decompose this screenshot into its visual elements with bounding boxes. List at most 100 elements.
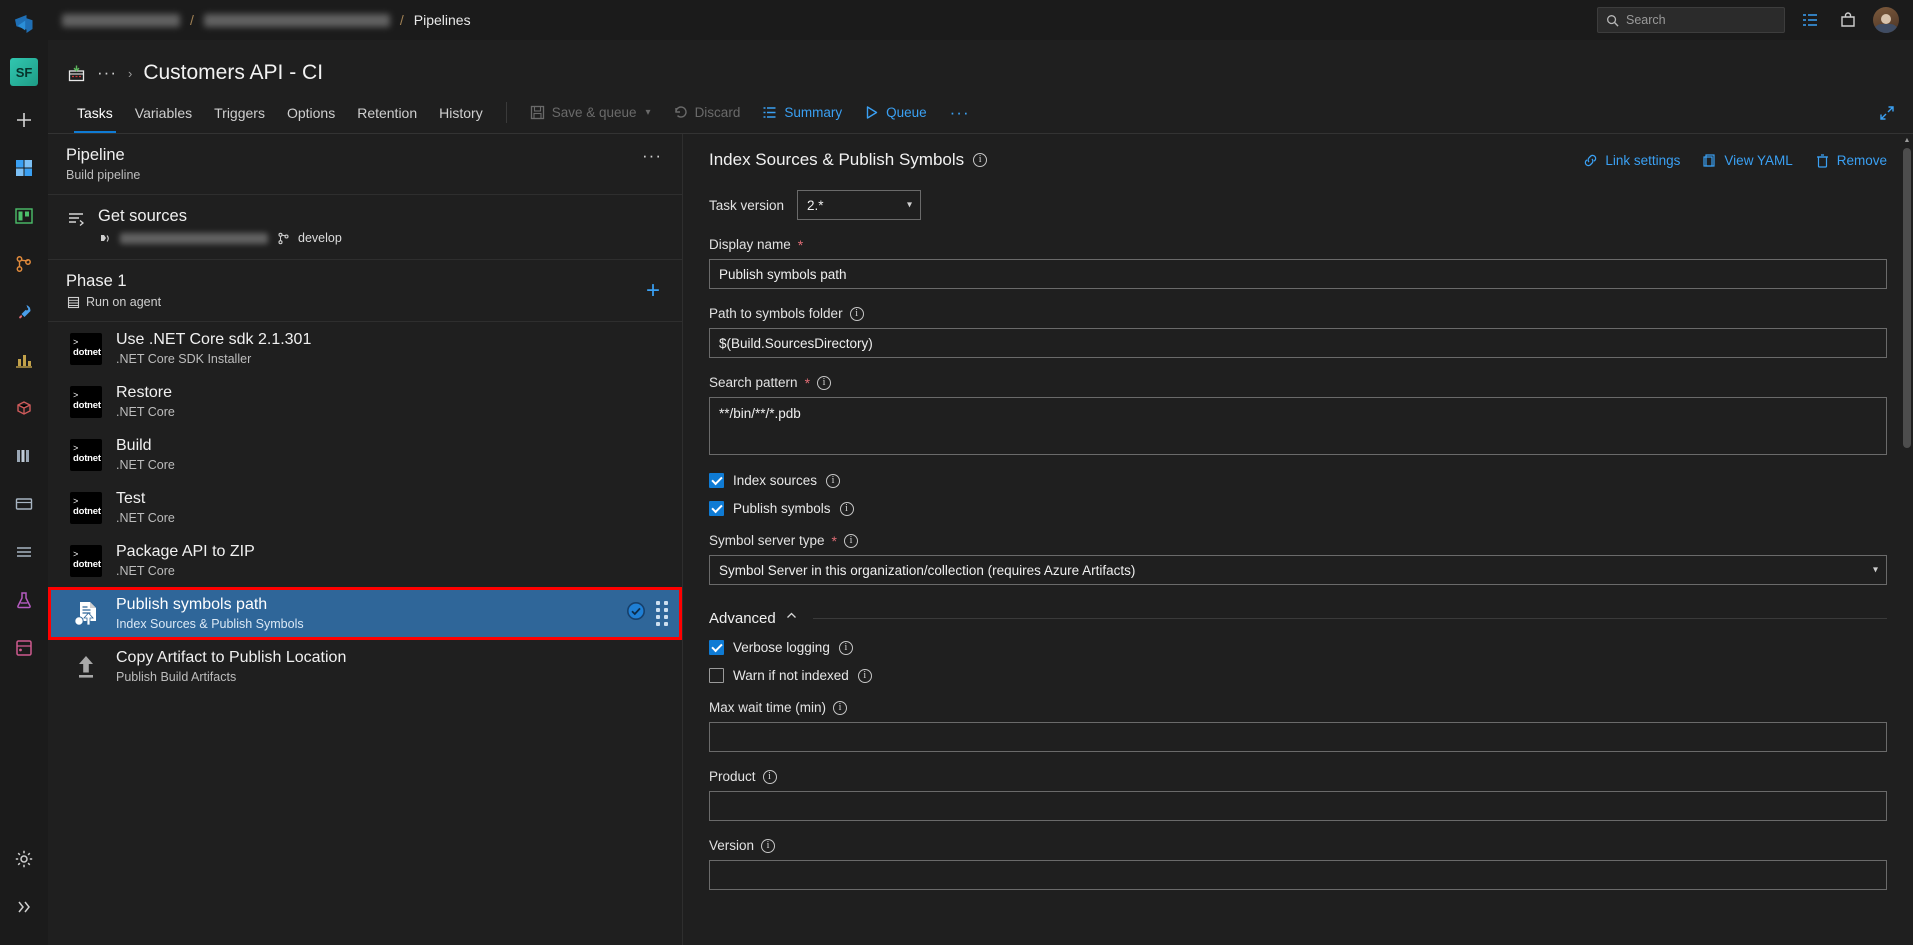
breadcrumb-organization[interactable] [62, 14, 180, 27]
library-icon[interactable] [0, 432, 48, 480]
add-task-button[interactable]: + [638, 279, 668, 303]
tab-retention[interactable]: Retention [346, 92, 428, 133]
info-icon[interactable]: i [858, 669, 872, 683]
advanced-title[interactable]: Advanced [709, 610, 776, 627]
task-row[interactable]: >dotnet Restore .NET Core [48, 375, 682, 428]
phase-text: Phase 1 Run on agent [66, 272, 161, 309]
task-row[interactable]: >dotnet Build .NET Core [48, 428, 682, 481]
discard-button[interactable]: Discard [662, 92, 752, 133]
chevron-down-icon[interactable]: ▾ [646, 107, 651, 118]
index-sources-label[interactable]: Index sources [733, 473, 817, 488]
expand-view-icon[interactable] [1861, 92, 1913, 133]
search-input[interactable]: Search [1597, 7, 1785, 33]
repository-name-redacted [120, 233, 268, 244]
task-row[interactable]: >dotnet Use .NET Core sdk 2.1.301 .NET C… [48, 322, 682, 375]
info-icon[interactable]: i [850, 307, 864, 321]
info-icon[interactable]: i [840, 502, 854, 516]
new-item-icon[interactable] [0, 96, 48, 144]
path-to-symbols-label: Path to symbols folder i [709, 306, 1887, 321]
version-input[interactable] [709, 860, 1887, 890]
tab-triggers[interactable]: Triggers [203, 92, 276, 133]
tab-options[interactable]: Options [276, 92, 346, 133]
get-sources-node[interactable]: Get sources develop [48, 195, 682, 260]
symbol-server-type-select[interactable]: Symbol Server in this organization/colle… [709, 555, 1887, 585]
boards-icon[interactable] [0, 192, 48, 240]
save-and-queue-label: Save & queue [552, 105, 637, 120]
breadcrumb-project[interactable] [204, 14, 390, 27]
search-pattern-textarea[interactable]: **/bin/**/*.pdb [709, 397, 1887, 455]
collapse-rail-icon[interactable] [0, 883, 48, 931]
toolbar-more-button[interactable]: ··· [938, 92, 982, 133]
settings-gear-icon[interactable] [0, 835, 48, 883]
phase-node[interactable]: Phase 1 Run on agent + [48, 260, 682, 322]
task-row[interactable]: Copy Artifact to Publish Location Publis… [48, 640, 682, 693]
details-scrollbar[interactable]: ▲ [1901, 134, 1913, 945]
task-details-title: Index Sources & Publish Symbols [709, 150, 964, 170]
repos-icon[interactable] [0, 240, 48, 288]
work-items-icon[interactable] [1797, 7, 1823, 33]
extensions-icon[interactable] [0, 624, 48, 672]
info-icon[interactable]: i [763, 770, 777, 784]
task-enabled-check-icon[interactable] [626, 601, 646, 626]
publish-symbols-label[interactable]: Publish symbols [733, 501, 831, 516]
scroll-up-arrow-icon[interactable]: ▲ [1901, 134, 1913, 146]
marketplace-icon[interactable] [1835, 7, 1861, 33]
repository-icon [98, 231, 112, 245]
task-subtitle: Index Sources & Publish Symbols [116, 617, 304, 631]
info-icon[interactable]: i [973, 153, 987, 167]
task-version-select[interactable]: 2.* [797, 190, 921, 220]
tab-variables[interactable]: Variables [124, 92, 203, 133]
breadcrumb-pipelines[interactable]: Pipelines [414, 12, 471, 28]
verbose-logging-checkbox[interactable] [709, 640, 724, 655]
azure-devops-logo-icon[interactable] [0, 0, 48, 48]
task-row-publish-symbols-path[interactable]: Publish symbols path Index Sources & Pub… [48, 587, 682, 640]
path-to-symbols-input[interactable] [709, 328, 1887, 358]
overview-dashboard-icon[interactable] [0, 144, 48, 192]
scrollbar-thumb[interactable] [1903, 148, 1911, 448]
warn-if-not-indexed-checkbox[interactable] [709, 668, 724, 683]
index-sources-checkbox[interactable] [709, 473, 724, 488]
pipeline-node[interactable]: Pipeline Build pipeline ··· [48, 134, 682, 195]
remove-button[interactable]: Remove [1815, 153, 1887, 168]
info-icon[interactable]: i [839, 641, 853, 655]
pipeline-editor: ··· › Customers API - CI Tasks Variables… [48, 40, 1913, 945]
link-settings-button[interactable]: Link settings [1583, 153, 1680, 168]
advanced-section-header[interactable]: Advanced [709, 609, 1887, 627]
dotnet-icon: >dotnet [70, 545, 102, 577]
info-icon[interactable]: i [844, 534, 858, 548]
display-name-input[interactable] [709, 259, 1887, 289]
task-row[interactable]: >dotnet Test .NET Core [48, 481, 682, 534]
test-lab-flask-icon[interactable] [0, 576, 48, 624]
info-icon[interactable]: i [826, 474, 840, 488]
sidebar-project-avatar[interactable]: SF [0, 48, 48, 96]
summary-button[interactable]: Summary [751, 92, 853, 133]
tab-tasks[interactable]: Tasks [66, 92, 124, 133]
save-and-queue-button[interactable]: Save & queue ▾ [519, 92, 662, 133]
chevron-up-icon[interactable] [785, 609, 798, 627]
product-input[interactable] [709, 791, 1887, 821]
task-title: Copy Artifact to Publish Location [116, 649, 346, 667]
view-yaml-button[interactable]: View YAML [1702, 153, 1792, 168]
deployment-groups-icon[interactable] [0, 528, 48, 576]
pipelines-rocket-icon[interactable] [0, 288, 48, 336]
info-icon[interactable]: i [761, 839, 775, 853]
artifacts-icon[interactable] [0, 384, 48, 432]
path-to-symbols-label-text: Path to symbols folder [709, 306, 843, 321]
toolbar-divider [506, 102, 507, 123]
max-wait-time-input[interactable] [709, 722, 1887, 752]
publish-symbols-checkbox[interactable] [709, 501, 724, 516]
task-drag-handle-icon[interactable] [656, 601, 668, 626]
queue-button[interactable]: Queue [853, 92, 938, 133]
tab-history[interactable]: History [428, 92, 494, 133]
warn-if-not-indexed-label[interactable]: Warn if not indexed [733, 668, 849, 683]
info-icon[interactable]: i [833, 701, 847, 715]
task-row[interactable]: >dotnet Package API to ZIP .NET Core [48, 534, 682, 587]
verbose-logging-label[interactable]: Verbose logging [733, 640, 830, 655]
pipeline-breadcrumb-ellipsis[interactable]: ··· [97, 63, 117, 83]
pipeline-node-menu-button[interactable]: ··· [636, 146, 668, 166]
info-icon[interactable]: i [817, 376, 831, 390]
avatar[interactable] [1873, 7, 1899, 33]
task-groups-icon[interactable] [0, 480, 48, 528]
test-plans-chart-icon[interactable] [0, 336, 48, 384]
user-avatar-icon[interactable] [1873, 7, 1899, 33]
